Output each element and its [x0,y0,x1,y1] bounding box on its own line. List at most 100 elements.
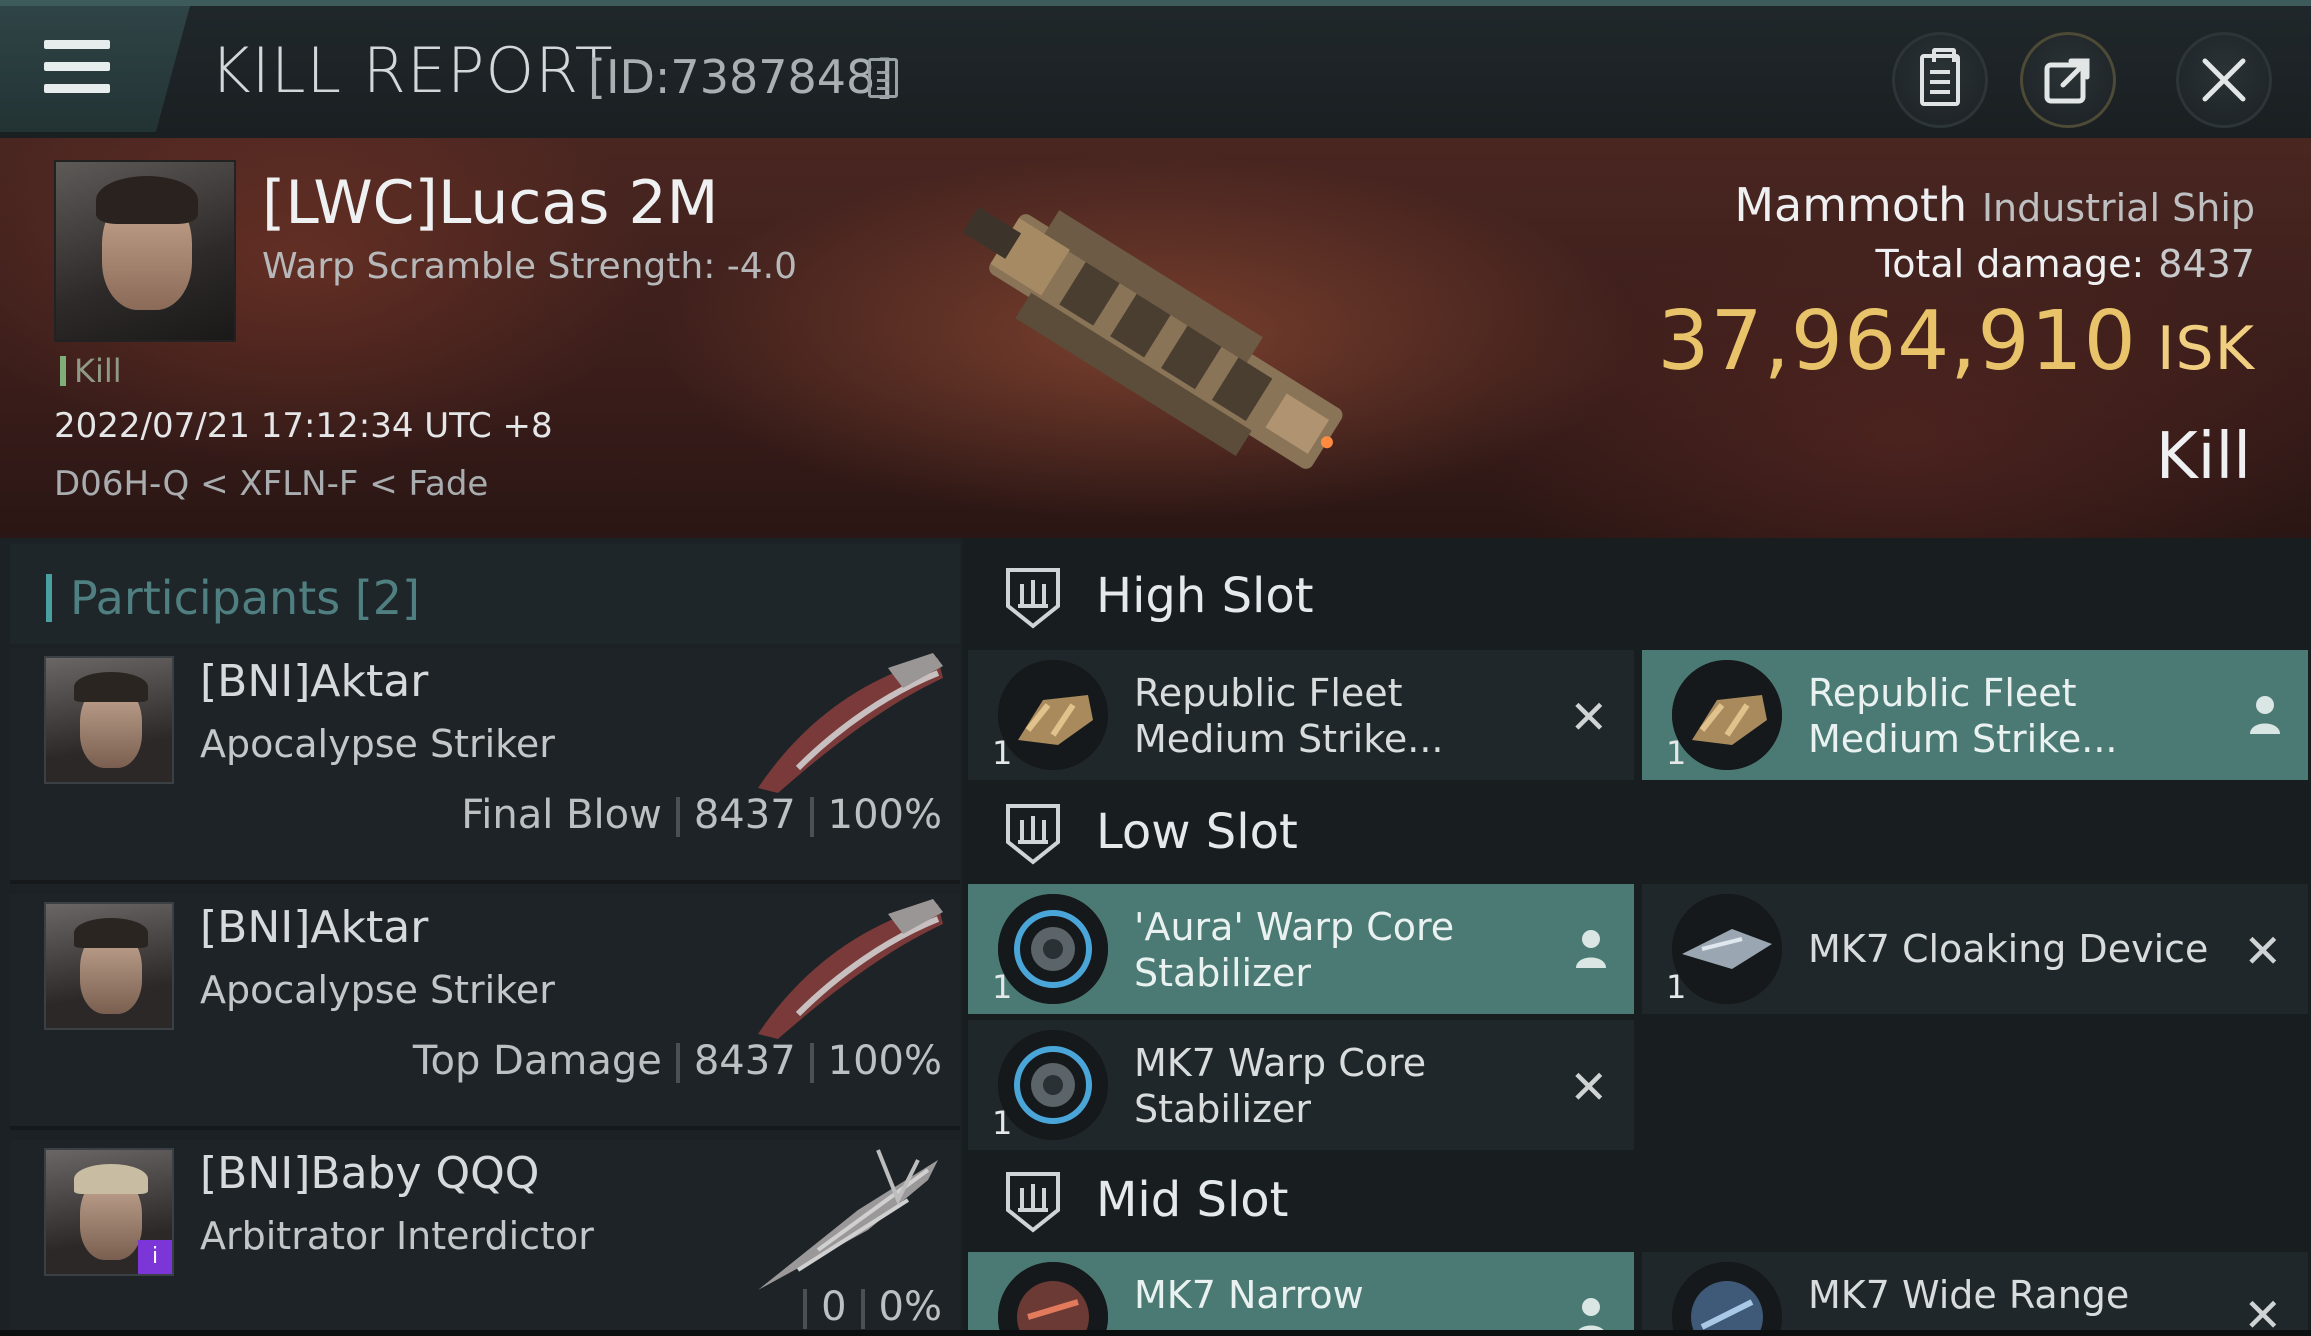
ship-class: Industrial Ship [1981,186,2255,230]
participant-name[interactable]: [BNI]Baby QQQ [200,1148,539,1199]
low-slot-header: Low Slot [968,774,2308,884]
total-damage-label: Total damage: [1875,242,2145,286]
share-icon [2044,58,2090,104]
menu-tab[interactable] [0,6,190,132]
item-name: Republic Fleet Medium Strike... [1134,671,1444,761]
item-name: 'Aura' Warp Core Stabilizer [1134,905,1455,995]
item-quantity: 1 [1666,968,1687,1006]
item-name: Republic Fleet Medium Strike... [1808,671,2118,761]
turret-icon [998,660,1108,770]
participant-row[interactable]: [BNI]Aktar Apocalypse Striker Final Blow… [10,648,960,884]
participants-count: [2] [354,571,421,625]
avatar[interactable] [44,656,174,784]
mid-slot-header: Mid Slot [968,1142,2308,1252]
share-button[interactable] [2020,32,2116,128]
top-bar: KILL REPORT [ID:7387848] [0,0,2311,138]
avatar[interactable] [44,902,174,1030]
page-title: KILL REPORT [210,34,614,107]
victim-name[interactable]: [LWC]Lucas 2M [262,168,718,238]
slot-item[interactable]: MK7 Wide Range ✕ [1642,1252,2308,1336]
isk-amount: 37,964,910 [1657,294,2137,389]
participant-ship: Arbitrator Interdictor [200,1214,594,1258]
participant-percent: 100% [827,792,942,838]
slot-item[interactable]: 1 Republic Fleet Medium Strike... ✕ [968,650,1634,780]
total-damage-value: 8437 [2158,242,2255,286]
hamburger-icon[interactable] [44,40,110,94]
close-icon: ✕ [2243,1288,2282,1336]
slot-item[interactable]: 1 'Aura' Warp Core Stabilizer [968,884,1634,1014]
slot-item[interactable]: 1 Republic Fleet Medium Strike... [1642,650,2308,780]
close-icon: ✕ [2243,924,2282,978]
participant-stats: 0 0% [789,1284,942,1330]
item-quantity: 1 [992,968,1013,1006]
person-icon [2250,696,2280,734]
mid-slot-icon [1006,1172,1060,1233]
kill-timestamp: 2022/07/21 17:12:34 UTC +8 [54,406,553,446]
copy-icon[interactable] [868,58,898,98]
participants-title: Participants [2] [46,574,420,622]
participant-damage: 0 [821,1284,847,1330]
high-slot-icon [1006,568,1060,629]
close-button[interactable] [2176,32,2272,128]
fitting-panel: High Slot 1 Republic Fleet Medium Strike… [962,538,2311,1336]
high-slot-header: High Slot [968,538,2308,648]
participant-role: Top Damage [412,1038,662,1084]
clipboard-button[interactable] [1892,32,1988,128]
turret-icon [1672,660,1782,770]
low-slot-title: Low Slot [1096,804,1298,860]
participant-damage: 8437 [693,1038,796,1084]
item-quantity: 1 [992,734,1013,772]
report-id: [ID:7387848] [588,50,894,104]
item-quantity: 1 [1666,734,1687,772]
participant-row[interactable]: [BNI]Aktar Apocalypse Striker Top Damage… [10,894,960,1130]
participant-stats: Top Damage 8437 100% [413,1038,942,1084]
sensor-module-icon [998,1262,1108,1336]
ship-name: Mammoth [1734,178,1968,232]
avatar[interactable]: i [44,1148,174,1276]
participant-name[interactable]: [BNI]Aktar [200,656,428,707]
slot-item[interactable]: MK7 Narrow [968,1252,1634,1336]
participant-row[interactable]: i [BNI]Baby QQQ Arbitrator Interdictor 0… [10,1140,960,1336]
total-damage: Total damage: 8437 [1875,242,2255,286]
close-icon: ✕ [1569,690,1608,744]
warp-core-stabilizer-icon [998,1030,1108,1140]
close-icon [2202,58,2246,102]
item-name: MK7 Narrow [1134,1273,1364,1317]
sensor-module-icon [1672,1262,1782,1336]
participant-ship: Apocalypse Striker [200,722,555,766]
isk-value: 37,964,910 ISK [1657,294,2255,389]
victim-ship-type[interactable]: Mammoth Industrial Ship [1734,178,2255,232]
participant-percent: 0% [878,1284,942,1330]
item-name: MK7 Cloaking Device [1808,927,2209,971]
participant-ship-image [758,653,943,793]
slot-item[interactable]: 1 MK7 Warp Core Stabilizer ✕ [968,1020,1634,1150]
high-slot-title: High Slot [1096,568,1314,624]
victim-banner: [LWC]Lucas 2M Warp Scramble Strength: -4… [0,138,2311,538]
victim-ship-image[interactable] [920,152,1400,512]
participant-name[interactable]: [BNI]Aktar [200,902,428,953]
mid-slot-title: Mid Slot [1096,1172,1289,1228]
warp-core-stabilizer-icon [998,894,1108,1004]
cloaking-device-icon [1672,894,1782,1004]
result-label: Kill [2155,420,2251,494]
bottom-edge [0,1330,2311,1336]
clipboard-icon [1920,48,1960,106]
participants-panel: Participants [2] [BNI]Aktar Apocalypse S… [0,538,962,1336]
low-slot-icon [1006,804,1060,865]
item-quantity: 1 [992,1104,1013,1142]
slot-item[interactable]: 1 MK7 Cloaking Device ✕ [1642,884,2308,1014]
participant-percent: 100% [827,1038,942,1084]
item-name: MK7 Wide Range [1808,1273,2130,1317]
participant-damage: 8437 [693,792,796,838]
person-icon [1576,930,1606,968]
victim-avatar[interactable] [54,160,236,342]
participants-header: Participants [2] [10,544,960,644]
participant-stats: Final Blow 8437 100% [461,792,942,838]
info-badge: i [138,1240,172,1274]
close-icon: ✕ [1569,1060,1608,1114]
kill-location[interactable]: D06H-Q < XFLN-F < Fade [54,464,488,504]
participant-ship-image [758,1149,938,1290]
participant-ship-image [758,899,943,1039]
kill-tag: Kill [60,355,122,387]
participant-role: Final Blow [461,792,662,838]
